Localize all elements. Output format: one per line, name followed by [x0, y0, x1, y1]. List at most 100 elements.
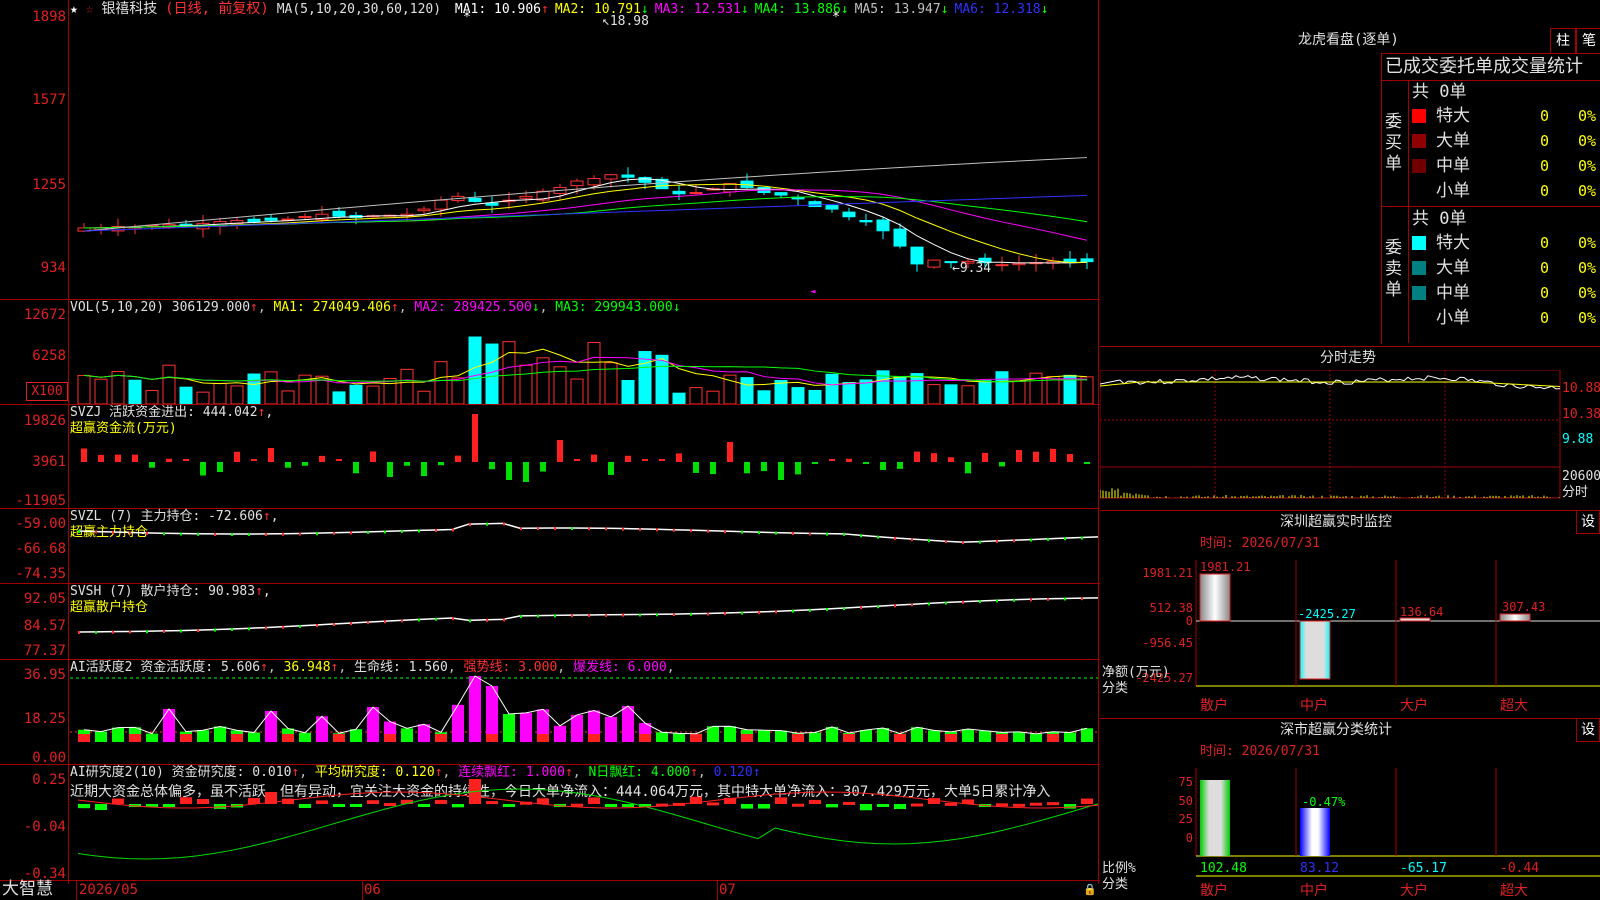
event-marker-2[interactable]: *: [832, 10, 840, 26]
vol-bar: [689, 387, 703, 404]
vol-bar: [145, 389, 159, 404]
research-bar: [588, 797, 600, 804]
szm-ylabel: 净额(万元): [1102, 665, 1170, 680]
flow-bar: [948, 457, 954, 462]
holding-dot: [843, 532, 845, 536]
research-bar: [486, 801, 498, 805]
active-base: [299, 734, 311, 742]
vol-bar: [944, 384, 958, 404]
flow-bar: [387, 462, 393, 477]
high-price-label: ↖18.98: [602, 14, 649, 29]
szc-ylabel: 比例%: [1102, 861, 1136, 876]
szc-value-3: -0.44: [1500, 861, 1539, 876]
vol-bar: [1012, 381, 1026, 404]
ma-values: MA1: 10.906↑ MA2: 10.791↓ MA3: 12.531↓ MA4:…: [449, 2, 1049, 17]
bar-mode-button[interactable]: 柱: [1550, 28, 1576, 54]
sell-row-pct-0: 0%: [1578, 234, 1597, 252]
vol-bar: [281, 390, 295, 404]
holding-dot: [1030, 538, 1032, 542]
flow-bar: [591, 454, 597, 462]
buy-row-pct-2: 0%: [1578, 157, 1597, 175]
intraday-price-2: 9.88: [1562, 432, 1593, 447]
flow-bar: [829, 459, 835, 461]
sz-class-chart[interactable]: 75 50 25 0 -0.47% 102.48 83.12 -65.17 -0.44 比例%分类…: [1100, 760, 1600, 900]
intraday-chart[interactable]: 10.88 10.38 9.88 20600分时: [1100, 370, 1600, 510]
svzj-plot[interactable]: [70, 405, 1098, 508]
holding-dot: [197, 532, 199, 536]
active-base: [248, 734, 260, 742]
event-marker-1[interactable]: *: [463, 10, 471, 26]
flow-bar: [183, 459, 189, 461]
flow-bar: [319, 455, 325, 462]
active-base: [452, 734, 464, 742]
low-price-label: ←9.34: [952, 261, 992, 276]
sz-class-title: 深市超赢分类统计: [1280, 722, 1392, 738]
tick-mode-button[interactable]: 笔: [1576, 28, 1600, 54]
candle: [927, 259, 941, 268]
research-bar: [333, 804, 345, 807]
research-bar: [299, 804, 311, 809]
holding-dot: [401, 529, 403, 533]
vol-bar: [910, 373, 924, 404]
holding-dot: [962, 541, 964, 545]
holding-dot: [962, 600, 964, 604]
szc-y-tick-3: 0: [1186, 831, 1193, 845]
kline-plot[interactable]: ◄: [70, 18, 1098, 298]
vol-bar: [740, 377, 754, 404]
active-base: [928, 734, 940, 742]
ai-active-plot[interactable]: [70, 660, 1098, 764]
lock-icon[interactable]: 🔒: [1083, 882, 1097, 898]
sell-row-swatch-3: [1412, 311, 1426, 325]
holding-dot: [537, 527, 539, 531]
favorite-star-icon[interactable]: ★: [70, 2, 78, 17]
svzl-plot[interactable]: [70, 509, 1098, 583]
vol-plot[interactable]: [70, 318, 1098, 404]
active-base: [996, 734, 1008, 742]
stock-name: 银禧科技: [101, 1, 158, 17]
vol-bar: [485, 343, 499, 404]
svzl-y-tick-1: -66.68: [15, 541, 66, 557]
svsh-plot[interactable]: [70, 584, 1098, 659]
flow-bar: [200, 462, 206, 476]
holding-dot: [401, 619, 403, 623]
candle: [842, 211, 856, 218]
holding-dot: [163, 532, 165, 536]
vol-bar: [706, 390, 720, 404]
active-base: [367, 734, 379, 742]
chart-area[interactable]: ★ ☆ 银禧科技 (日线, 前复权) MA(5,10,20,30,60,120)…: [0, 0, 1100, 884]
flow-bar: [727, 442, 733, 462]
sz-monitor-settings-button[interactable]: 设: [1576, 510, 1600, 534]
research-bar: [95, 804, 107, 811]
szm-category-1: 中户: [1300, 697, 1328, 714]
sz-monitor-chart[interactable]: 1981.21512.380-956.45-2425.271981.21-242…: [1100, 552, 1600, 718]
sell-row-count-2: 0: [1540, 284, 1550, 302]
holding-dot: [520, 614, 522, 618]
holding-dot: [78, 530, 80, 533]
sz-class-settings-button[interactable]: 设: [1576, 718, 1600, 742]
szc-category-2: 大户: [1400, 882, 1428, 899]
main-y-tick-1: 1577: [32, 92, 66, 108]
holding-dot: [741, 530, 743, 534]
active-base: [554, 734, 566, 742]
flow-bar: [523, 462, 529, 482]
holding-dot: [911, 538, 913, 542]
vol-bar: [825, 373, 839, 404]
active-base: [520, 734, 532, 742]
active-base: [860, 734, 872, 742]
svzl-y-tick-0: -59.00: [15, 516, 66, 532]
holding-dot: [911, 603, 913, 607]
holding-dot: [95, 530, 97, 534]
holding-dot: [350, 622, 352, 626]
research-bar: [741, 804, 753, 809]
active-base: [78, 734, 90, 742]
flow-bar: [744, 462, 750, 474]
ai-research-plot[interactable]: [70, 765, 1098, 880]
candle: [247, 218, 261, 223]
active-base: [945, 734, 957, 742]
research-bar: [894, 804, 906, 810]
vol-bar: [417, 390, 431, 404]
flow-bar: [302, 462, 308, 466]
vol-bar: [162, 364, 176, 404]
vol-bar: [757, 390, 771, 404]
flow-bar: [506, 462, 512, 480]
